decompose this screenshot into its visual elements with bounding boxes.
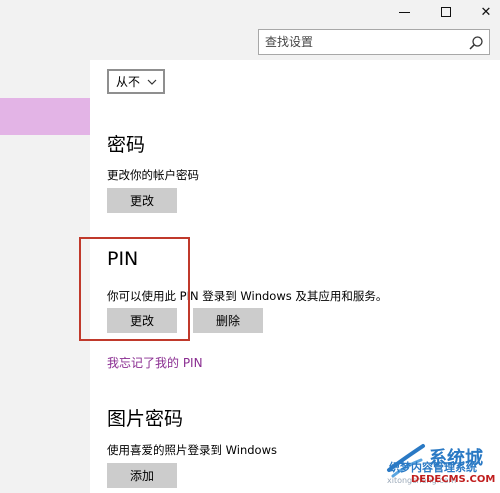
watermark: 系统城 xitongcheng.com 织梦内容管理系统 DEDECMS.COM [385, 440, 500, 493]
search-icon[interactable] [468, 35, 484, 51]
remove-pin-button[interactable]: 删除 [193, 308, 263, 333]
watermark-line1: 织梦内容管理系统 [389, 461, 477, 474]
minimize-button[interactable] [384, 0, 424, 24]
change-password-button[interactable]: 更改 [107, 188, 177, 213]
watermark-line2: DEDECMS.COM [411, 474, 496, 485]
dropdown-value: 从不 [116, 75, 141, 89]
maximize-icon [441, 7, 451, 17]
chevron-down-icon [147, 79, 157, 85]
add-picture-password-button[interactable]: 添加 [107, 463, 177, 488]
close-icon: ✕ [480, 4, 492, 20]
require-signin-dropdown[interactable]: 从不 [107, 69, 165, 94]
picture-password-description: 使用喜爱的照片登录到 Windows [107, 443, 277, 457]
minimize-icon [398, 11, 410, 13]
search-input[interactable] [265, 33, 455, 51]
forgot-pin-link[interactable]: 我忘记了我的 PIN [107, 354, 203, 371]
password-description: 更改你的帐户密码 [107, 168, 199, 182]
sidebar-item-selected[interactable] [0, 98, 90, 135]
search-box[interactable] [258, 29, 490, 55]
close-button[interactable]: ✕ [466, 0, 500, 24]
title-bar: ✕ [0, 0, 500, 60]
highlight-box [79, 237, 190, 341]
maximize-button[interactable] [426, 0, 466, 24]
picture-password-title: 图片密码 [107, 408, 184, 430]
password-title: 密码 [107, 134, 146, 156]
